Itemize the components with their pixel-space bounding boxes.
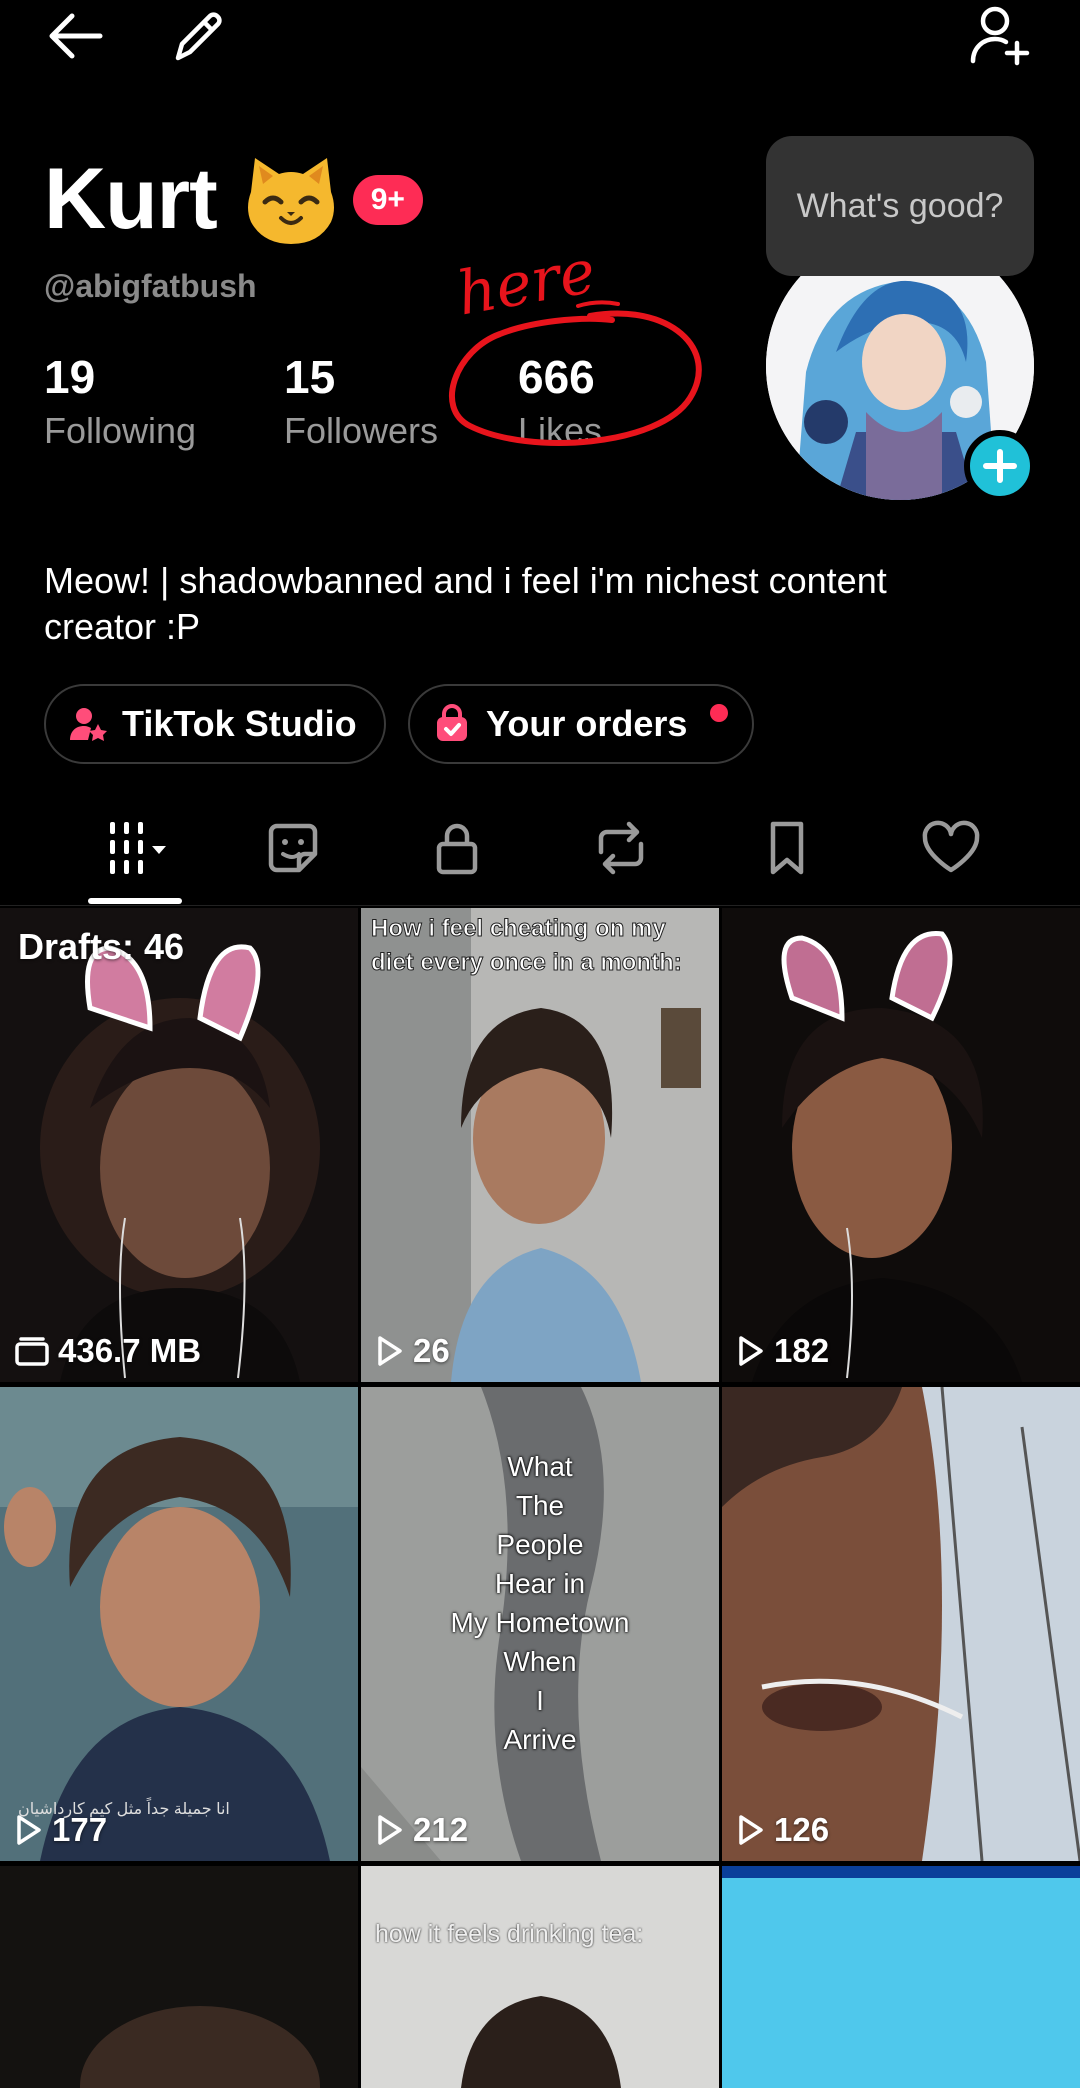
caption-line: People bbox=[496, 1529, 584, 1560]
followers-stat[interactable]: 15 Followers bbox=[284, 350, 438, 452]
view-count: 182 bbox=[736, 1332, 829, 1370]
add-story-button[interactable] bbox=[964, 430, 1036, 502]
likes-stat[interactable]: 666 Likes bbox=[518, 350, 602, 452]
profile-bio: Meow! | shadowbanned and i feel i'm nich… bbox=[44, 560, 887, 647]
play-icon bbox=[739, 1815, 763, 1845]
video-tile[interactable]: 126 bbox=[722, 1387, 1080, 1861]
view-count-value: 26 bbox=[413, 1332, 450, 1369]
likes-count: 666 bbox=[518, 351, 595, 403]
video-thumbnail bbox=[0, 1387, 358, 1861]
edit-profile-button[interactable] bbox=[162, 0, 234, 72]
orders-notification-dot bbox=[710, 704, 728, 722]
video-thumbnail bbox=[722, 1387, 1080, 1861]
tiktok-studio-label: TikTok Studio bbox=[122, 703, 357, 744]
top-bar bbox=[0, 0, 1080, 80]
tab-stickers[interactable] bbox=[238, 800, 348, 896]
shopping-bag-icon bbox=[437, 704, 467, 741]
view-count-value: 126 bbox=[774, 1811, 830, 1848]
video-thumbnail bbox=[0, 908, 358, 1382]
caption-line: What bbox=[507, 1451, 573, 1482]
tiktok-studio-button[interactable]: TikTok Studio bbox=[44, 684, 386, 764]
pencil-icon bbox=[175, 12, 222, 61]
cat-emoji-icon bbox=[247, 157, 334, 244]
video-thumbnail bbox=[0, 1866, 358, 2088]
followers-label: Followers bbox=[284, 410, 439, 451]
bookmark-icon bbox=[770, 821, 804, 875]
play-icon bbox=[739, 1336, 763, 1366]
notification-badge[interactable]: 9+ bbox=[352, 174, 423, 225]
likes-label: Likes bbox=[518, 410, 603, 451]
video-thumbnail bbox=[361, 1866, 719, 2088]
videos-grid-icon bbox=[110, 822, 166, 874]
profile-name: Kurt bbox=[44, 151, 218, 247]
add-person-icon bbox=[970, 6, 1030, 66]
back-arrow-icon bbox=[49, 13, 103, 59]
tab-reposts[interactable] bbox=[566, 800, 676, 896]
drafts-size: 436.7 MB bbox=[14, 1332, 201, 1370]
drafts-stack-icon bbox=[15, 1337, 49, 1366]
tab-private[interactable] bbox=[402, 800, 512, 896]
annotation-text: here bbox=[452, 240, 600, 330]
plus-icon bbox=[983, 449, 1017, 483]
name-row: Kurt 9+ bbox=[44, 150, 423, 249]
video-tile[interactable]: How i feel cheating on my diet every onc… bbox=[361, 908, 719, 1382]
view-count: 212 bbox=[375, 1811, 468, 1849]
drafts-tile[interactable]: Drafts: 46 436.7 MB bbox=[0, 908, 358, 1382]
caption-line: Arrive bbox=[503, 1724, 577, 1755]
profile-tabs bbox=[0, 800, 1080, 906]
caption-line: The bbox=[515, 1490, 565, 1521]
add-friend-button[interactable] bbox=[960, 0, 1040, 72]
view-count-value: 177 bbox=[52, 1811, 108, 1848]
tab-favorites[interactable] bbox=[732, 800, 842, 896]
active-tab-indicator bbox=[88, 898, 182, 904]
your-orders-label: Your orders bbox=[486, 703, 688, 744]
caption-line: When bbox=[503, 1646, 577, 1677]
tabs-divider bbox=[0, 905, 1080, 906]
heart-icon bbox=[922, 820, 980, 873]
view-count-value: 212 bbox=[413, 1811, 469, 1848]
profile-handle: @abigfatbush bbox=[44, 268, 257, 304]
back-button[interactable] bbox=[40, 0, 112, 72]
tab-liked[interactable] bbox=[896, 800, 1006, 896]
sticker-icon bbox=[268, 823, 318, 873]
video-caption: What The People Hear in My Hometown When… bbox=[361, 1447, 719, 1759]
view-count: 177 bbox=[14, 1811, 107, 1849]
video-grid: Drafts: 46 436.7 MB How i feel cheating … bbox=[0, 908, 1080, 2088]
drafts-label: Drafts: 46 bbox=[18, 926, 185, 967]
your-orders-button[interactable]: Your orders bbox=[408, 684, 754, 764]
view-count: 26 bbox=[375, 1332, 450, 1370]
view-count: 126 bbox=[736, 1811, 829, 1849]
video-tile[interactable]: how it feels drinking tea: bbox=[361, 1866, 719, 2088]
following-count: 19 bbox=[44, 351, 96, 403]
play-icon bbox=[378, 1815, 402, 1845]
following-label: Following bbox=[44, 410, 197, 451]
status-bubble[interactable]: What's good? bbox=[766, 136, 1034, 276]
play-icon bbox=[17, 1815, 41, 1845]
view-count-value: 182 bbox=[774, 1332, 830, 1369]
lock-icon bbox=[436, 823, 478, 875]
video-thumbnail bbox=[722, 908, 1080, 1382]
video-tile[interactable]: انا جميلة جداً مثل كيم كارداشيان 177 bbox=[0, 1387, 358, 1861]
drafts-size-value: 436.7 MB bbox=[58, 1332, 202, 1369]
repost-icon bbox=[598, 821, 644, 875]
caption-line: I bbox=[536, 1685, 544, 1716]
tab-videos[interactable] bbox=[80, 800, 190, 896]
following-stat[interactable]: 19 Following bbox=[44, 350, 196, 452]
video-caption: how it feels drinking tea: bbox=[375, 1920, 644, 1948]
video-tile[interactable]: 182 bbox=[722, 908, 1080, 1382]
profile-stats: 19 Following 15 Followers 666 Likes bbox=[44, 350, 744, 460]
play-icon bbox=[378, 1336, 402, 1366]
caption-line: Hear in bbox=[494, 1568, 586, 1599]
video-thumbnail bbox=[722, 1866, 1080, 2088]
video-tile[interactable] bbox=[0, 1866, 358, 2088]
studio-person-icon bbox=[70, 708, 107, 741]
video-caption: How i feel cheating on my diet every onc… bbox=[371, 915, 683, 977]
caption-line: My Hometown bbox=[450, 1607, 630, 1638]
video-tile[interactable] bbox=[722, 1866, 1080, 2088]
followers-count: 15 bbox=[284, 351, 336, 403]
video-tile[interactable]: What The People Hear in My Hometown When… bbox=[361, 1387, 719, 1861]
